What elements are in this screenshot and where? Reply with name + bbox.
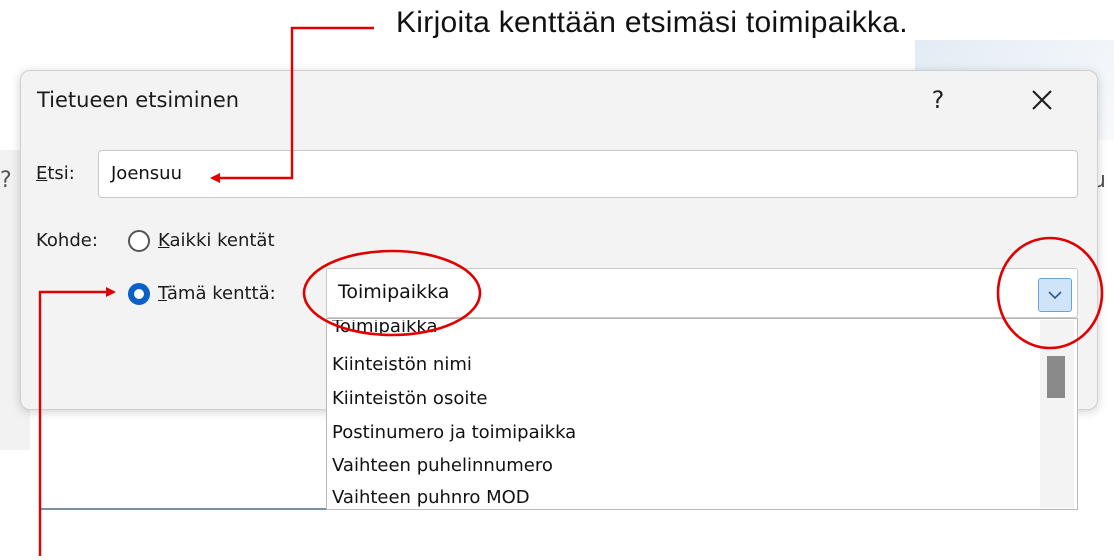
highlight-circle-select-value bbox=[302, 249, 482, 337]
annotation-arrow-this-field bbox=[38, 287, 116, 556]
highlight-circle-dropdown-toggle bbox=[996, 236, 1104, 350]
annotation-arrow-search bbox=[210, 26, 374, 183]
annotation-overlay bbox=[38, 26, 1104, 556]
